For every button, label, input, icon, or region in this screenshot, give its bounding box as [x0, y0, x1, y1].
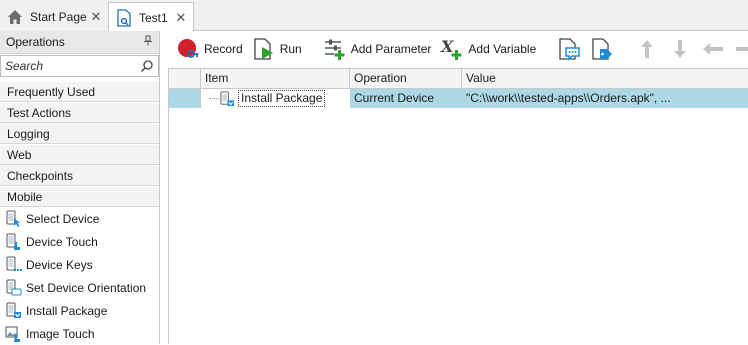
item-name: Install Package — [238, 90, 326, 107]
operations-panel-title: Operations — [6, 35, 65, 49]
run-button[interactable]: Run — [249, 34, 305, 64]
operation-cell[interactable]: Current Device — [350, 89, 462, 108]
add-parameter-button[interactable]: Add Parameter — [320, 34, 435, 64]
add-variable-label: Add Variable — [468, 42, 537, 56]
image-touch-icon — [5, 325, 22, 342]
run-icon — [252, 37, 276, 61]
operations-panel-header: Operations — [0, 31, 159, 54]
add-tag-button[interactable] — [587, 34, 617, 64]
category-logging[interactable]: Logging — [0, 123, 159, 144]
add-variable-icon: X — [440, 37, 464, 61]
category-mobile[interactable]: Mobile — [0, 186, 159, 207]
table-row[interactable]: Install Package Current Device "C:\\work… — [169, 89, 748, 108]
close-icon[interactable]: ✕ — [90, 9, 102, 25]
close-icon[interactable]: ✕ — [175, 10, 187, 26]
search-input[interactable] — [0, 55, 159, 77]
row-indicator[interactable] — [169, 89, 201, 108]
device-pointer-icon — [5, 210, 22, 227]
category-frequently-used[interactable]: Frequently Used — [0, 81, 159, 102]
operation-label: Device Touch — [26, 234, 98, 249]
test-grid: Item Operation Value Install Package Cur… — [168, 68, 748, 344]
arrow-right-icon — [734, 37, 748, 61]
move-up-button[interactable] — [632, 34, 662, 64]
operation-set-device-orientation[interactable]: Set Device Orientation — [0, 276, 159, 299]
tab-start-page-label: Start Page — [30, 9, 87, 24]
toolbar: Record Run Add Parameter X Add Variable — [161, 31, 748, 67]
tree-connector — [209, 98, 221, 99]
device-orientation-icon — [5, 279, 22, 296]
value-cell[interactable]: "C:\\work\\tested-apps\\Orders.apk", ... — [462, 89, 748, 108]
operation-select-device[interactable]: Select Device — [0, 207, 159, 230]
comment-icon — [557, 37, 581, 61]
pin-icon[interactable] — [143, 35, 153, 49]
tag-icon — [590, 37, 614, 61]
device-keys-icon — [5, 256, 22, 273]
category-test-actions[interactable]: Test Actions — [0, 102, 159, 123]
operation-device-touch[interactable]: Device Touch — [0, 230, 159, 253]
category-web[interactable]: Web — [0, 144, 159, 165]
test-icon — [115, 8, 133, 27]
tab-test1-label: Test1 — [139, 10, 168, 25]
operation-label: Image Touch — [26, 326, 95, 341]
install-package-icon — [219, 90, 235, 107]
column-header-item[interactable]: Item — [201, 69, 350, 88]
operation-label: Device Keys — [26, 257, 93, 272]
move-left-button[interactable] — [698, 34, 728, 64]
add-variable-button[interactable]: X Add Variable — [437, 34, 539, 64]
record-icon — [176, 37, 200, 61]
grid-header: Item Operation Value — [169, 69, 748, 89]
run-label: Run — [279, 42, 302, 56]
add-parameter-icon — [323, 37, 347, 61]
arrow-up-icon — [635, 37, 659, 61]
item-cell[interactable]: Install Package — [201, 89, 350, 108]
operation-device-keys[interactable]: Device Keys — [0, 253, 159, 276]
move-right-button[interactable] — [731, 34, 748, 64]
tab-strip: Start Page ✕ Test1 ✕ — [0, 0, 748, 32]
column-header-operation[interactable]: Operation — [350, 69, 462, 88]
add-comment-button[interactable] — [554, 34, 584, 64]
operation-label: Set Device Orientation — [26, 280, 147, 295]
arrow-left-icon — [701, 37, 725, 61]
arrow-down-icon — [668, 37, 692, 61]
column-header-value[interactable]: Value — [462, 69, 748, 88]
record-label: Record — [204, 42, 243, 56]
operation-install-package[interactable]: Install Package — [0, 299, 159, 322]
home-icon — [6, 8, 24, 26]
tab-test1[interactable]: Test1 ✕ — [108, 2, 194, 32]
operation-label: Select Device — [26, 211, 100, 226]
operations-panel: Operations Frequently Used Test Actions … — [0, 31, 160, 344]
add-parameter-label: Add Parameter — [350, 42, 432, 56]
search-box — [0, 55, 159, 79]
device-touch-icon — [5, 233, 22, 250]
search-icon[interactable] — [140, 59, 154, 73]
move-down-button[interactable] — [665, 34, 695, 64]
row-indicator-header — [169, 69, 201, 88]
category-checkpoints[interactable]: Checkpoints — [0, 165, 159, 186]
operation-image-touch[interactable]: Image Touch — [0, 322, 159, 345]
svg-text:X: X — [440, 37, 454, 56]
operation-label: Install Package — [26, 303, 108, 318]
record-button[interactable]: Record — [173, 34, 246, 64]
install-package-icon — [5, 302, 22, 319]
mobile-operations-list: Select Device Device Touch Device Keys S… — [0, 207, 159, 345]
tab-start-page[interactable]: Start Page ✕ — [0, 2, 108, 31]
